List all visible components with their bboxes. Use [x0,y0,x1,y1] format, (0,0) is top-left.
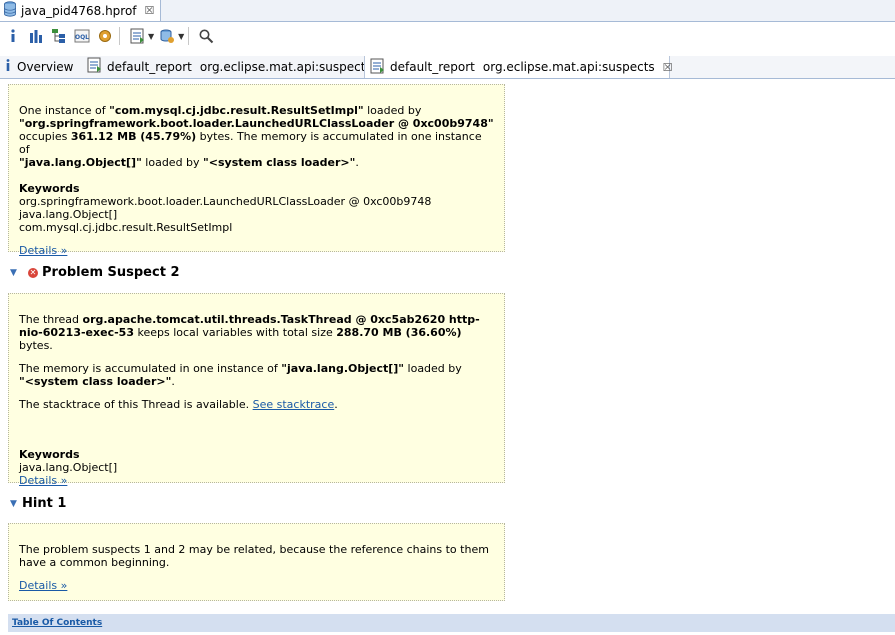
keyword-item: org.springframework.boot.loader.Launched… [19,195,432,208]
editor-tab-title: java_pid4768.hprof [21,3,137,18]
hint-text: The problem suspects 1 and 2 may be rela… [19,543,489,569]
chevron-down-icon[interactable]: ▼ [10,268,22,278]
toolbar: OQL ▼ ▼ [0,22,895,50]
query-browser-icon[interactable] [157,26,177,46]
keyword-item: java.lang.Object[] [19,461,118,474]
info-icon[interactable] [3,26,23,46]
tab-default-report-active[interactable]: default_report org.eclipse.mat.api:suspe… [364,56,673,78]
toolbar-separator [119,27,120,45]
keyword-item: java.lang.Object[] [19,208,118,221]
hint-1-panel: The problem suspects 1 and 2 may be rela… [8,523,505,601]
report-icon [369,58,385,77]
table-of-contents-link[interactable]: Table Of Contents [12,618,102,628]
suspect-2-panel: The thread org.apache.tomcat.util.thread… [8,293,505,487]
close-icon[interactable]: ☒ [663,61,673,74]
tab-label: default_report [107,59,192,74]
tab-label: default_report [390,60,475,74]
dominator-tree-icon[interactable] [49,26,69,46]
report-icon [86,57,102,76]
suspect-2-thread-text: The thread org.apache.tomcat.util.thread… [19,313,480,352]
svg-text:OQL: OQL [75,34,89,41]
details-link[interactable]: Details » [19,579,67,592]
report-content: One instance of "com.mysql.cj.jdbc.resul… [0,79,895,635]
keywords-heading: Keywords [19,182,80,195]
chevron-down-icon[interactable]: ▼ [178,32,184,41]
tab-sublabel: org.eclipse.mat.api:suspects [199,59,372,74]
error-icon: ✕ [28,267,38,278]
problem-suspect-2-heading[interactable]: ▼ ✕ Problem Suspect 2 [10,265,180,280]
info-icon [4,58,12,75]
suspect-2-memory-text: The memory is accumulated in one instanc… [19,362,462,388]
tab-default-report[interactable]: default_report org.eclipse.mat.api:suspe… [82,56,372,77]
details-link[interactable]: Details » [19,244,67,257]
suspect-2-stacktrace-text: The stacktrace of this Thread is availab… [19,398,338,411]
oql-icon[interactable]: OQL [72,26,92,46]
editor-tab-hprof[interactable]: java_pid4768.hprof ☒ [0,0,162,21]
tab-overview-label: Overview [17,59,74,74]
heap-dump-icon [3,1,17,20]
tab-sublabel: org.eclipse.mat.api:suspects [482,60,655,74]
gear-icon[interactable] [95,26,115,46]
suspect-1-panel: One instance of "com.mysql.cj.jdbc.resul… [8,84,505,257]
see-stacktrace-link[interactable]: See stacktrace [253,398,335,411]
histogram-icon[interactable] [26,26,46,46]
report-tab-strip: Overview default_report org.eclipse.mat.… [0,56,895,79]
details-link[interactable]: Details » [19,474,67,487]
keywords-heading: Keywords [19,448,80,461]
suspect-1-description: One instance of "com.mysql.cj.jdbc.resul… [19,104,494,169]
editor-tab-bar: java_pid4768.hprof ☒ [0,0,895,22]
close-icon[interactable]: ☒ [145,4,155,17]
chevron-down-icon[interactable]: ▼ [148,32,154,41]
toolbar-separator [188,27,190,45]
chevron-down-icon[interactable]: ▼ [10,499,22,509]
tab-overview[interactable]: Overview [0,56,83,77]
hint-1-heading[interactable]: ▼ Hint 1 [10,496,66,511]
report-icon[interactable] [127,26,147,46]
keyword-item: com.mysql.cj.jdbc.result.ResultSetImpl [19,221,233,234]
table-of-contents-bar: Table Of Contents [8,614,895,632]
search-icon[interactable] [196,26,216,46]
